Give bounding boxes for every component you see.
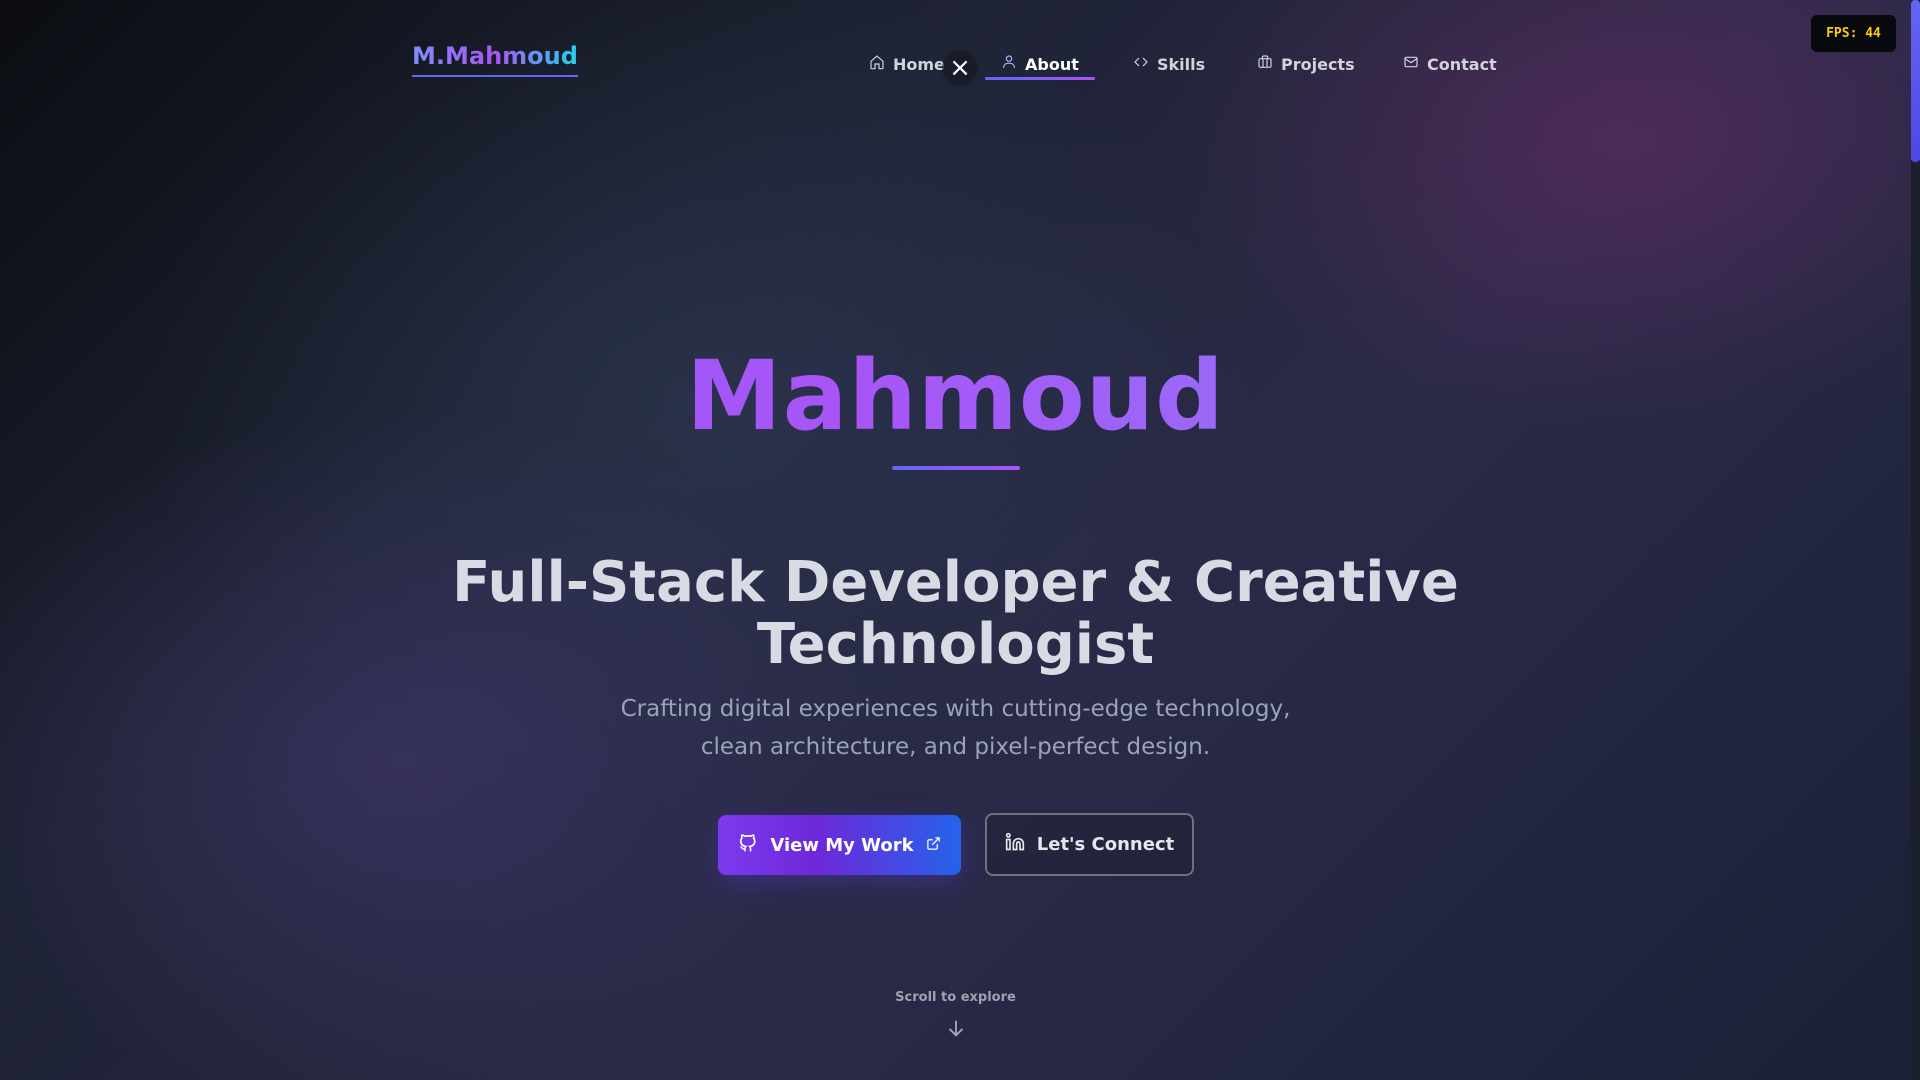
mail-icon [1403,54,1419,74]
hero-title-line-2: Technologist [756,612,1155,677]
nav-item-home-label: Home [893,54,945,74]
hero-subtitle: Crafting digital experiences with cuttin… [0,690,1911,766]
close-menu-button[interactable]: × [942,50,978,86]
arrow-down-icon[interactable] [945,1017,967,1039]
nav-item-skills[interactable]: Skills [1133,48,1205,80]
nav-item-contact-label: Contact [1427,54,1497,74]
briefcase-icon [1257,54,1273,74]
nav-item-home[interactable]: Home [869,48,945,80]
nav-item-projects[interactable]: Projects [1257,48,1355,80]
fps-counter: FPS: 44 [1811,15,1896,52]
view-my-work-label: View My Work [770,834,914,856]
hero-name: Mahmoud [0,340,1911,452]
nav-item-projects-label: Projects [1281,54,1355,74]
hero-name-underline [892,466,1020,470]
nav-item-about[interactable]: About [985,48,1095,80]
linkedin-icon [1005,832,1025,857]
nav-item-skills-label: Skills [1157,54,1206,74]
hero-title-line-1: Full-Stack Developer & Creative [452,550,1459,615]
external-link-icon [926,835,941,856]
page: M.Mahmoud Home × About Skills Projects C… [0,0,1911,1080]
nav-item-contact[interactable]: Contact [1403,48,1497,80]
scrollbar-thumb[interactable] [1911,0,1920,162]
view-my-work-button[interactable]: View My Work [718,815,961,875]
close-icon: × [949,53,971,83]
code-icon [1133,54,1149,74]
lets-connect-label: Let's Connect [1036,834,1175,855]
github-icon [738,833,758,858]
top-navigation: M.Mahmoud Home × About Skills Projects C… [0,0,1911,120]
page-scrollbar[interactable] [1911,0,1920,1080]
hero-subtitle-line-2: clean architecture, and pixel-perfect de… [700,734,1211,760]
hero-subtitle-line-1: Crafting digital experiences with cuttin… [620,696,1291,722]
lets-connect-button[interactable]: Let's Connect [985,813,1194,876]
nav-item-about-label: About [1025,54,1079,74]
user-icon [1001,54,1017,74]
brand-logo[interactable]: M.Mahmoud [412,42,578,77]
scroll-hint: Scroll to explore [895,990,1016,1005]
hero-title: Full-Stack Developer & Creative Technolo… [0,552,1911,676]
home-icon [869,54,885,74]
